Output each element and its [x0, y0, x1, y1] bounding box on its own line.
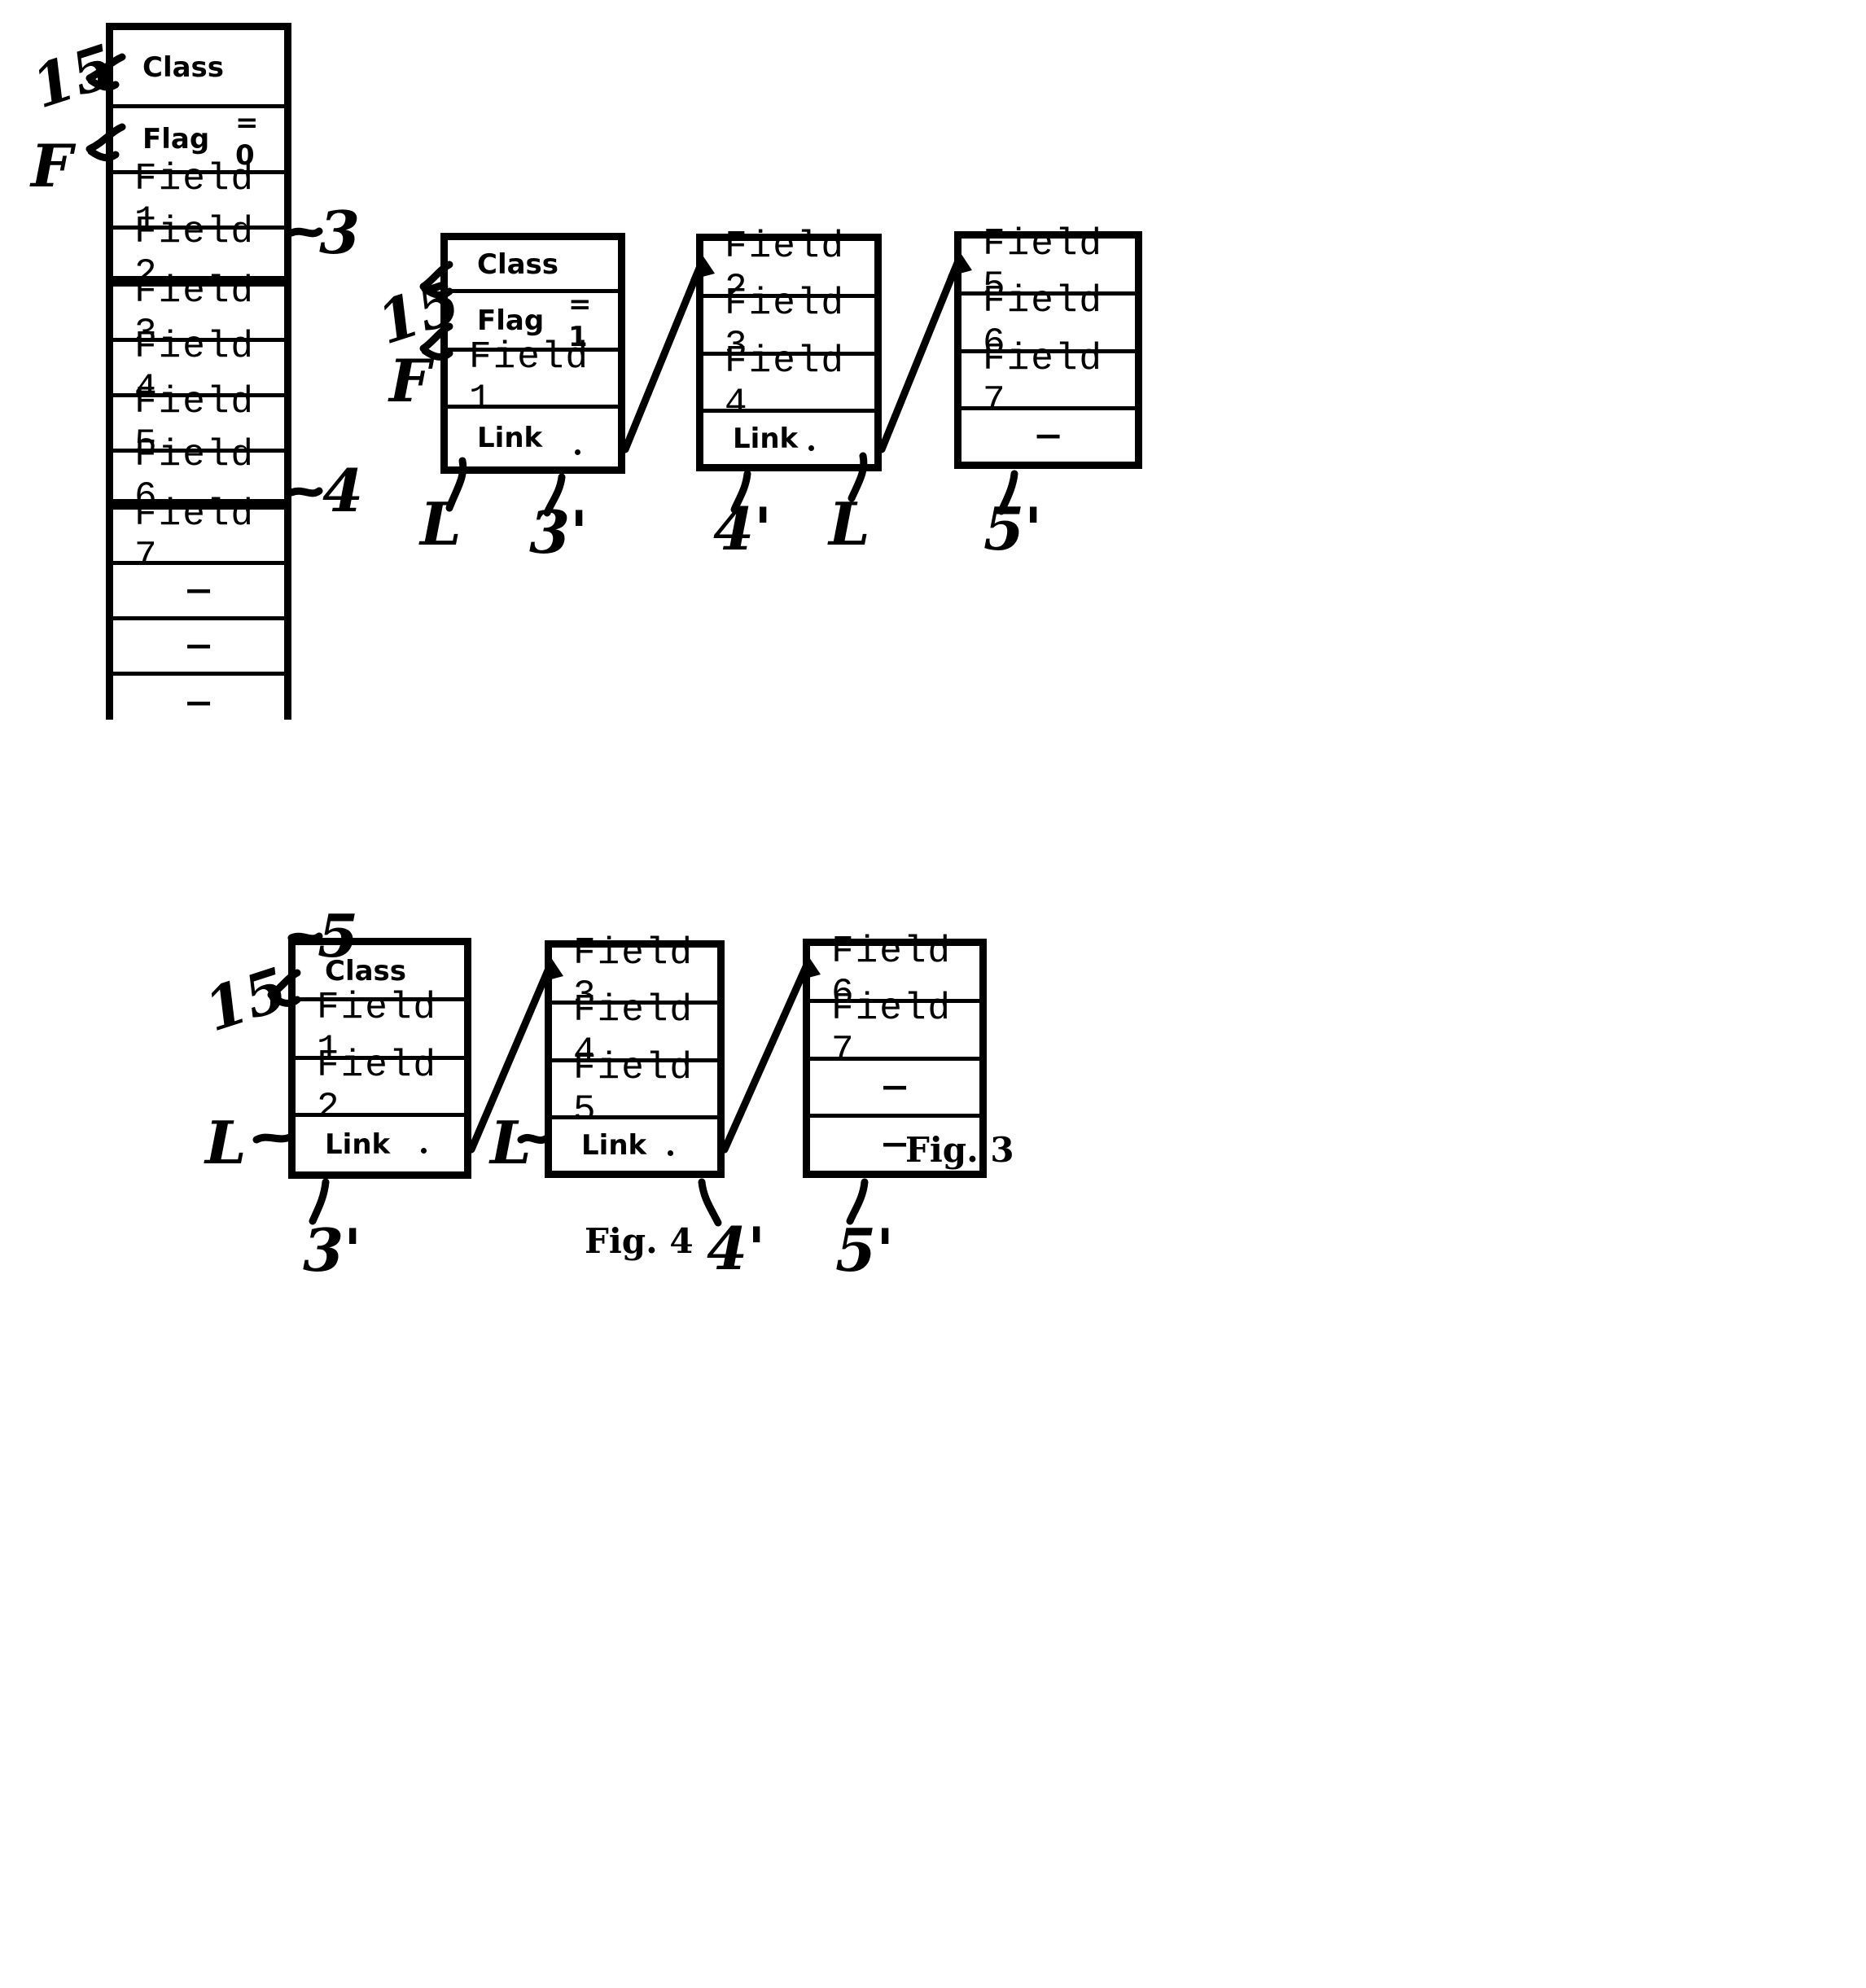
row-label: Field 4 [725, 339, 846, 425]
leader-L-fig4-block3p [252, 1132, 296, 1144]
fig4-head-block: Class Field 1 Field 2 Link [288, 938, 471, 1179]
row-label: Field 7 [983, 337, 1104, 423]
row-field-7: Field 7 [810, 987, 979, 1072]
row-label: Flag [142, 123, 210, 155]
patent-figure-sheet: Class Flag = 0 Field 1 Field 2 Field 3 F… [0, 0, 1866, 1988]
ref-15-fig4-block3p: 15 [196, 953, 296, 1045]
ref-F-fig3-block3p: F [389, 346, 431, 415]
ref-3prime-fig3: 3' [529, 497, 589, 567]
row-empty-1: — [961, 410, 1135, 462]
ref-L-fig4-block4p: L [490, 1108, 532, 1177]
link-arrow-3p-to-4p [621, 258, 706, 453]
row-label: Class [477, 248, 559, 281]
fig4-caption: Fig. 4 [585, 1221, 694, 1261]
row-link: Link [703, 413, 874, 464]
row-field-1: Field 1 [448, 336, 618, 421]
ref-4prime-fig3: 4' [713, 494, 773, 563]
row-label: Field 7 [831, 987, 953, 1072]
row-empty-2: — [113, 620, 284, 676]
row-label: — [187, 569, 210, 612]
row-label: Link [581, 1128, 647, 1162]
row-link: Link [296, 1117, 464, 1171]
row-class: Class [113, 30, 284, 108]
row-field-5: Field 5 [552, 1047, 717, 1132]
fig3-third-block: Field 5 Field 6 Field 7 — [954, 223, 1142, 469]
ref-4-fig3: 4 [322, 456, 364, 525]
link-pointer-dot [808, 445, 814, 451]
fig3-caption: Fig. 3 [905, 1130, 1014, 1170]
ref-5prime-fig3: 5' [983, 494, 1043, 563]
fig4-second-block: Field 3 Field 4 Field 5 Link [545, 932, 725, 1178]
link-arrow-fig4-4p-to-5p [721, 959, 812, 1154]
row-label: — [1036, 414, 1060, 458]
ref-F-fig3-block3: F [31, 131, 73, 200]
row-label: — [187, 624, 210, 668]
fig3-unsegmented-block: Class Flag = 0 Field 1 Field 2 Field 3 F… [106, 23, 291, 731]
row-label: Field 2 [317, 1044, 438, 1129]
row-field-7: Field 7 [961, 338, 1135, 423]
row-class: Class [448, 240, 618, 293]
ref-3-fig3: 3 [319, 198, 361, 267]
link-pointer-dot [668, 1150, 673, 1156]
row-empty-1: — [113, 565, 284, 620]
row-label: Class [142, 50, 225, 84]
row-empty-1: — [810, 1061, 979, 1118]
row-label: — [883, 1123, 906, 1166]
row-label: Link [477, 421, 543, 454]
row-label: Flag [477, 304, 545, 337]
row-field-2: Field 2 [296, 1044, 464, 1129]
row-label: Link [733, 422, 799, 455]
link-pointer-dot [575, 449, 580, 455]
ref-5prime-fig4: 5' [835, 1215, 895, 1285]
ref-4prime-fig4: 4' [707, 1214, 766, 1283]
ref-L-fig3-block3p: L [420, 489, 462, 558]
ref-3prime-fig4: 3' [303, 1215, 362, 1285]
row-label: Link [325, 1128, 391, 1161]
leader-3-fig3 [287, 227, 323, 238]
fig3-second-block: Field 2 Field 3 Field 4 Link [696, 226, 882, 471]
row-link: Link [552, 1119, 717, 1171]
link-pointer-dot [421, 1148, 427, 1154]
ref-L-fig3-block4p: L [829, 489, 870, 558]
leader-4-fig3 [287, 487, 323, 497]
ref-5-fig3: 5 [318, 901, 359, 970]
link-arrow-4p-to-5p [878, 255, 963, 453]
row-field-7: Field 7 [113, 493, 284, 578]
ref-L-fig4-block3p: L [205, 1108, 247, 1177]
row-label: — [883, 1066, 906, 1109]
row-label: Field 1 [469, 335, 590, 421]
row-link: Link [448, 409, 618, 466]
row-label: Field 5 [573, 1046, 694, 1132]
fig3-head-block: Class Flag = 1 Field 1 Link [440, 233, 625, 474]
row-empty-3: — [113, 676, 284, 731]
row-field-4: Field 4 [703, 340, 874, 425]
row-label: — [187, 682, 210, 725]
